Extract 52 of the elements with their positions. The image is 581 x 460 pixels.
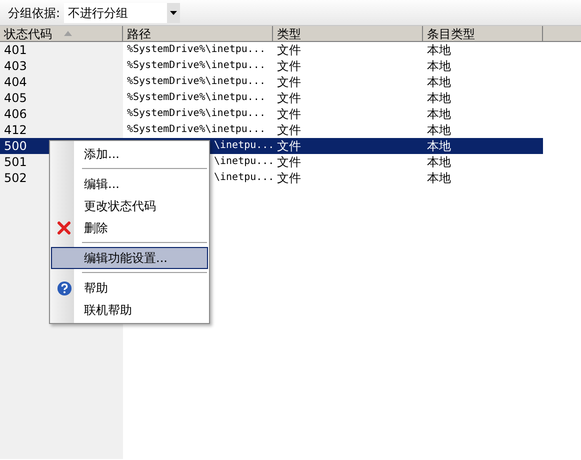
table-cell[interactable]: %SystemDrive%\inetpu... bbox=[123, 58, 273, 74]
table-cell[interactable]: 文件 bbox=[273, 138, 423, 154]
table-cell[interactable]: 412 bbox=[0, 122, 123, 138]
table-cell[interactable]: %SystemDrive%\inetpu... bbox=[123, 122, 273, 138]
table-cell[interactable]: \inetpu... bbox=[210, 154, 273, 170]
table-cell[interactable]: 404 bbox=[0, 74, 123, 90]
table-cell[interactable]: %SystemDrive%\inetpu... bbox=[123, 106, 273, 122]
table-cell[interactable]: 本地 bbox=[423, 74, 543, 90]
table-cell[interactable]: 403 bbox=[0, 58, 123, 74]
table-cell[interactable]: %SystemDrive%\inetpu... bbox=[123, 74, 273, 90]
column-header[interactable]: 条目类型 bbox=[423, 26, 543, 41]
table-cell[interactable]: 405 bbox=[0, 90, 123, 106]
table-cell[interactable]: 本地 bbox=[423, 42, 543, 58]
menu-item[interactable]: 删除 bbox=[51, 217, 208, 239]
help-icon bbox=[56, 280, 72, 296]
group-by-dropdown[interactable]: 不进行分组 bbox=[64, 2, 180, 22]
table-cell[interactable]: 文件 bbox=[273, 58, 423, 74]
menu-item[interactable]: 联机帮助 bbox=[51, 299, 208, 321]
table-cell[interactable]: %SystemDrive%\inetpu... bbox=[123, 42, 273, 58]
menu-item[interactable]: 帮助 bbox=[51, 277, 208, 299]
table-cell[interactable]: 401 bbox=[0, 42, 123, 58]
column-header[interactable]: 路径 bbox=[123, 26, 273, 41]
table-cell[interactable]: 文件 bbox=[273, 170, 423, 186]
menu-item[interactable]: 更改状态代码 bbox=[51, 195, 208, 217]
table-cell[interactable]: 文件 bbox=[273, 106, 423, 122]
sort-ascending-icon bbox=[64, 31, 72, 36]
table-cell[interactable]: 本地 bbox=[423, 154, 543, 170]
group-by-label: 分组依据: bbox=[8, 4, 60, 22]
column-header[interactable]: 类型 bbox=[273, 26, 423, 41]
table-cell[interactable]: 501 bbox=[0, 154, 49, 170]
table-cell[interactable]: 406 bbox=[0, 106, 123, 122]
table-cell[interactable]: 本地 bbox=[423, 106, 543, 122]
table-cell[interactable]: %SystemDrive%\inetpu... bbox=[123, 90, 273, 106]
delete-icon bbox=[57, 221, 71, 235]
column-header[interactable]: 状态代码 bbox=[0, 26, 123, 41]
table-cell[interactable]: 502 bbox=[0, 170, 49, 186]
table-cell[interactable]: 文件 bbox=[273, 122, 423, 138]
table-cell[interactable]: 本地 bbox=[423, 90, 543, 106]
table-cell[interactable]: 500 bbox=[0, 138, 49, 154]
table-cell[interactable]: 文件 bbox=[273, 90, 423, 106]
table-cell[interactable]: 文件 bbox=[273, 74, 423, 90]
table-cell[interactable]: \inetpu... bbox=[210, 138, 273, 154]
menu-item[interactable]: 添加... bbox=[51, 143, 208, 165]
table-cell[interactable]: \inetpu... bbox=[210, 170, 273, 186]
menu-item[interactable]: 编辑功能设置... bbox=[51, 247, 208, 269]
table-cell[interactable]: 本地 bbox=[423, 138, 543, 154]
menu-item[interactable]: 编辑... bbox=[51, 173, 208, 195]
table-cell[interactable]: 文件 bbox=[273, 154, 423, 170]
table-cell[interactable]: 本地 bbox=[423, 122, 543, 138]
table-cell[interactable]: 本地 bbox=[423, 58, 543, 74]
table-cell[interactable]: 文件 bbox=[273, 42, 423, 58]
table-cell[interactable]: 本地 bbox=[423, 170, 543, 186]
